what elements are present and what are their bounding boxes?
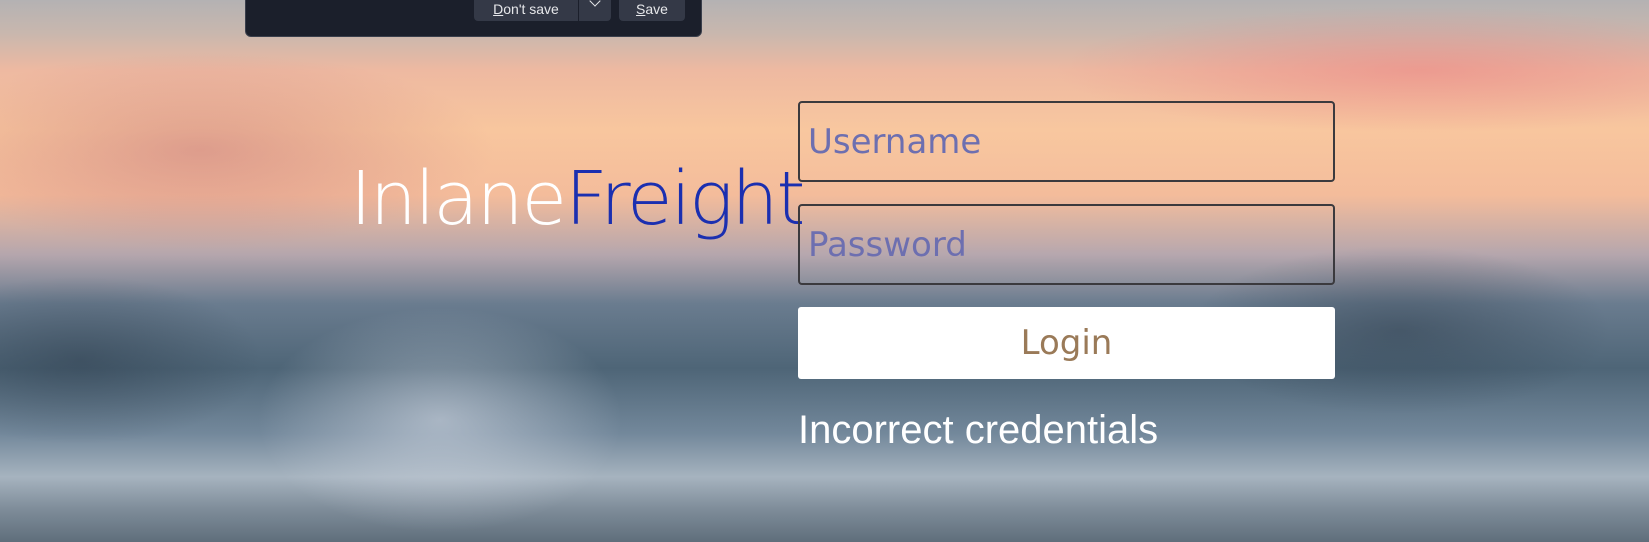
dont-save-label: on't save bbox=[503, 1, 559, 17]
dont-save-button[interactable]: Don't save bbox=[474, 0, 578, 21]
more-options-button[interactable] bbox=[579, 0, 611, 21]
chevron-down-icon bbox=[589, 0, 601, 7]
save-label: ave bbox=[645, 1, 668, 17]
brand-name-part2: Freight bbox=[565, 156, 805, 242]
brand-name-part1: Inlane bbox=[350, 156, 567, 242]
save-mnemonic: S bbox=[636, 1, 646, 17]
login-button[interactable]: Login bbox=[798, 307, 1335, 379]
brand-logo: InlaneFreight bbox=[350, 162, 805, 236]
save-password-prompt: Don't save Save bbox=[245, 0, 702, 37]
error-message: Incorrect credentials bbox=[798, 408, 1159, 452]
username-input[interactable] bbox=[798, 101, 1335, 182]
save-password-button[interactable]: Save bbox=[619, 0, 685, 21]
dont-save-mnemonic: D bbox=[493, 1, 504, 17]
password-input[interactable] bbox=[798, 204, 1335, 285]
